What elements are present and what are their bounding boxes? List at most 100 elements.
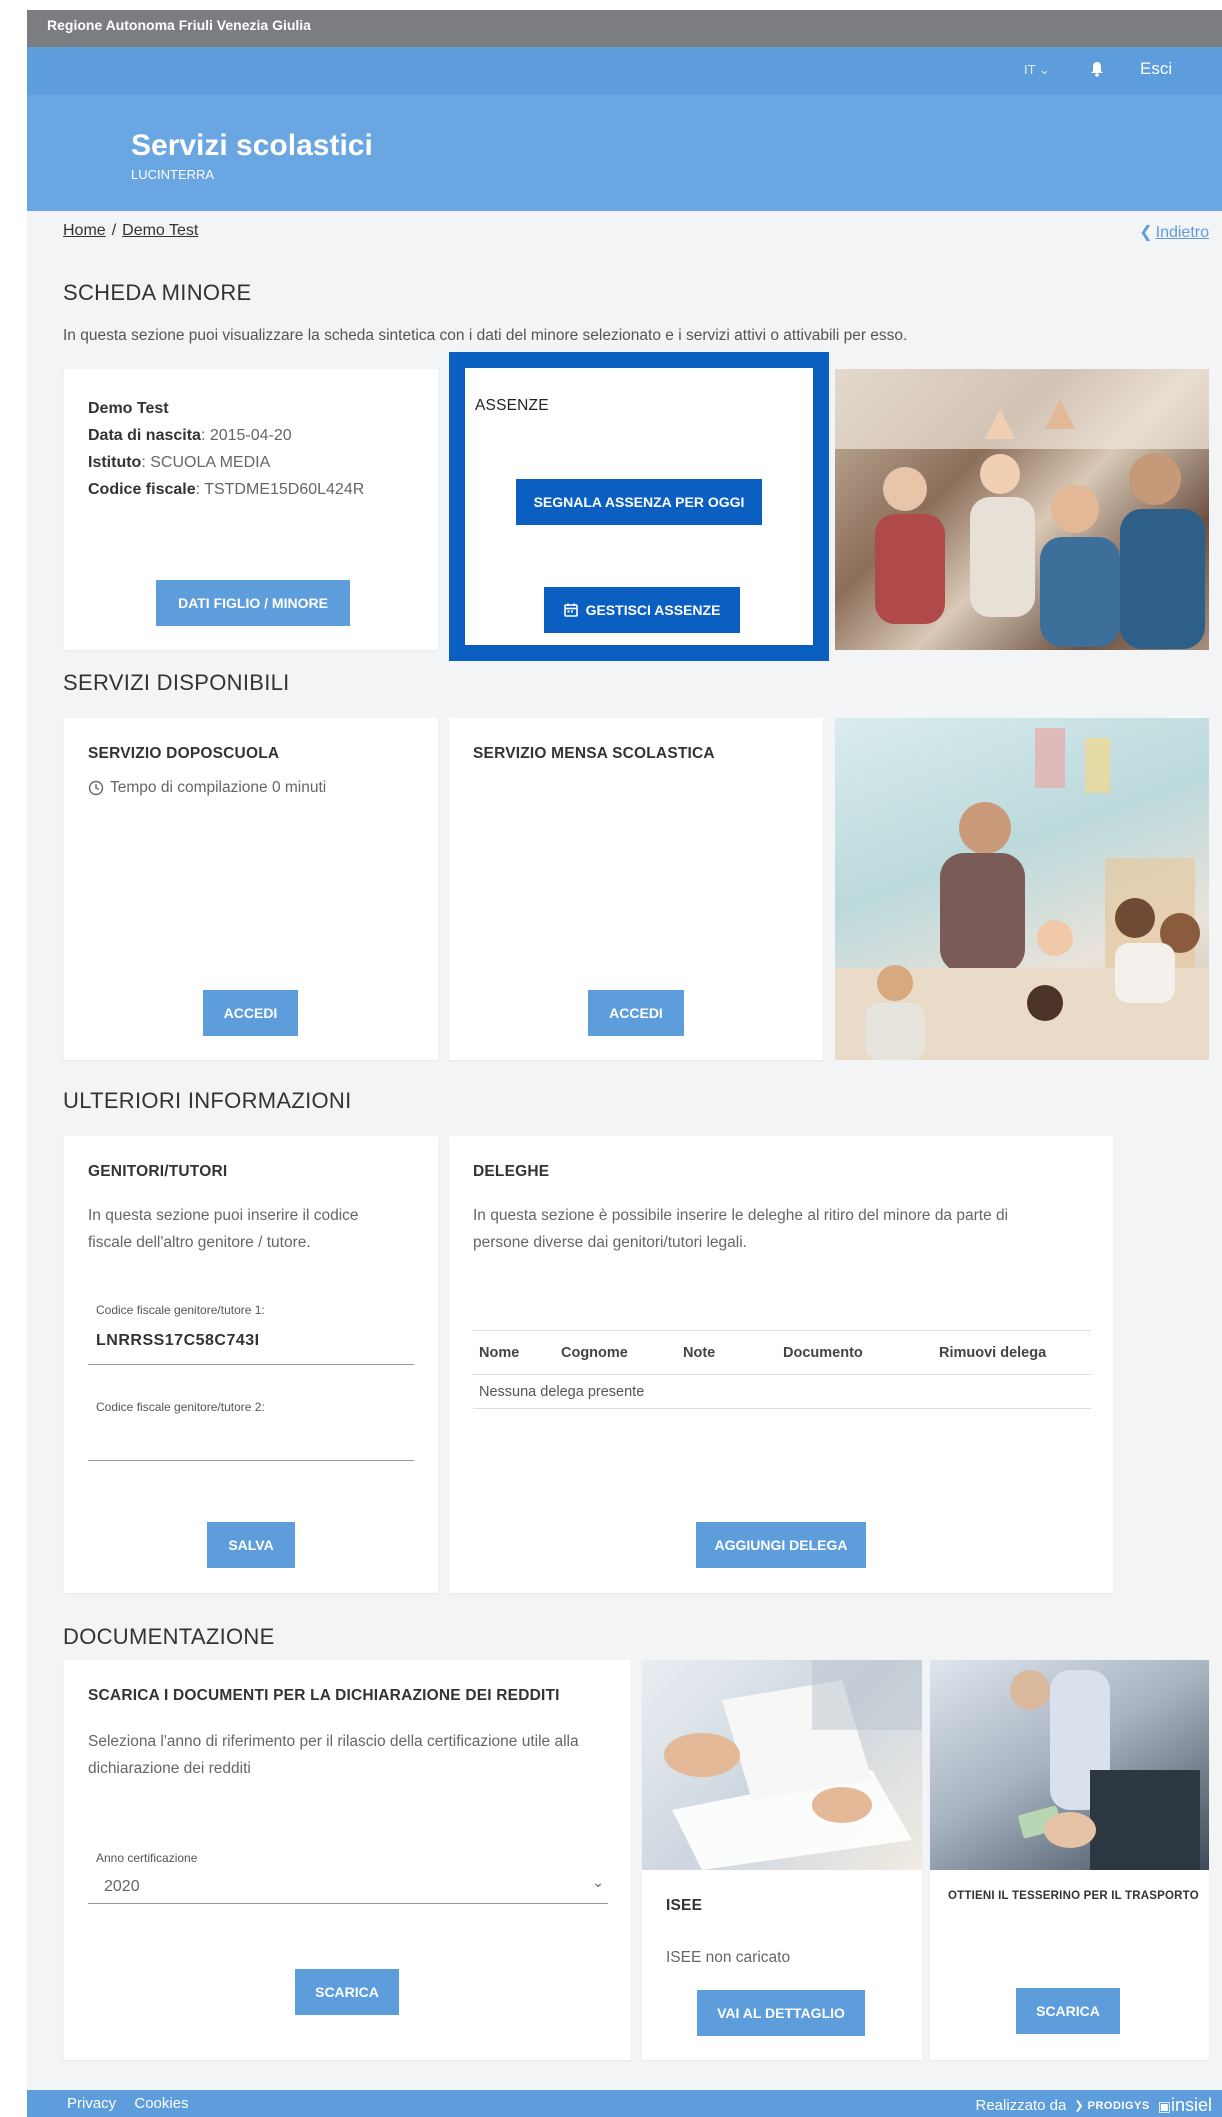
guardian1-field[interactable]: LNRRSS17C58C743I [96, 1332, 260, 1350]
documents-photo-illustration [664, 1660, 922, 1870]
region-bar: Regione Autonoma Friuli Venezia Giulia [27, 10, 1222, 47]
year-select-value: 2020 [104, 1878, 140, 1895]
dob-value: : 2015-04-20 [200, 427, 292, 444]
page: Regione Autonoma Friuli Venezia Giulia I… [27, 10, 1222, 2117]
back-link[interactable]: ❮ Indietro [1139, 222, 1209, 242]
classroom-photo-illustration [835, 728, 1209, 1060]
column-documento: Documento [777, 1330, 933, 1375]
delegations-title: DELEGHE [473, 1163, 550, 1180]
breadcrumb-current[interactable]: Demo Test [122, 222, 198, 239]
manage-absences-label: GESTISCI ASSENZE [585, 602, 721, 618]
download-transport-pass-button[interactable]: SCARICA [1016, 1988, 1120, 2034]
footer-links: Privacy Cookies [67, 2095, 203, 2112]
school-label: Istituto [88, 454, 142, 471]
back-label: Indietro [1155, 224, 1209, 241]
child-info-card: Demo Test Data di nascita: 2015-04-20 Is… [64, 369, 438, 650]
isee-detail-button[interactable]: VAI AL DETTAGLIO [697, 1990, 865, 2036]
students-high-five-image [835, 369, 1209, 650]
navbar: IT ⌄ Esci [27, 47, 1222, 95]
afterschool-access-button[interactable]: ACCEDI [203, 990, 298, 1036]
bus-pass-image [930, 1660, 1209, 1870]
language-label: IT [1024, 62, 1036, 77]
cookies-link[interactable]: Cookies [134, 2095, 188, 2112]
manage-absences-button[interactable]: GESTISCI ASSENZE [544, 587, 740, 633]
prodigys-logo: ❯ PRODIGYS [1074, 2099, 1149, 2112]
prodigys-text: PRODIGYS [1087, 2100, 1150, 2112]
insiel-mark-icon: ▣ [1157, 2098, 1171, 2114]
tax-docs-desc: Seleziona l'anno di riferimento per il r… [88, 1728, 579, 1782]
guardians-title: GENITORI/TUTORI [88, 1163, 228, 1180]
region-name: Regione Autonoma Friuli Venezia Giulia [47, 17, 311, 33]
tax-docs-desc-line1: Seleziona l'anno di riferimento per il r… [88, 1733, 579, 1750]
breadcrumb-separator: / [111, 222, 117, 239]
credits-text: Realizzato da [975, 2097, 1067, 2114]
delegations-header-row: Nome Cognome Note Documento Rimuovi dele… [473, 1330, 1091, 1375]
child-name: Demo Test [88, 400, 169, 417]
delegations-card: DELEGHE In questa sezione è possibile in… [449, 1136, 1113, 1593]
save-guardians-button[interactable]: SALVA [207, 1522, 295, 1568]
clock-icon [88, 780, 104, 795]
table-row: Nessuna delega presente [473, 1374, 1091, 1409]
isee-title: ISEE [666, 1897, 703, 1914]
language-selector[interactable]: IT ⌄ [1024, 62, 1050, 78]
compile-time-text: Tempo di compilazione 0 minuti [110, 779, 327, 796]
section-title-documentazione: DOCUMENTAZIONE [63, 1624, 275, 1649]
insiel-text: insiel [1170, 2095, 1212, 2115]
footer-credits: Realizzato da ❯ PRODIGYS ▣insiel [975, 2095, 1212, 2116]
tax-code-value: : TSTDME15D60L424R [195, 481, 365, 498]
prodigys-mark-icon: ❯ [1074, 2100, 1085, 2112]
hero-banner: Servizi scolastici LUCINTERRA [27, 95, 1222, 211]
app-title: Servizi scolastici [131, 129, 373, 162]
empty-delegations: Nessuna delega presente [473, 1374, 1091, 1409]
absences-card: ASSENZE SEGNALA ASSENZA PER OGGI GESTISC… [465, 368, 813, 645]
delegations-desc-line1: In questa sezione è possibile inserire l… [473, 1207, 1009, 1224]
section-title-servizi: SERVIZI DISPONIBILI [63, 670, 290, 695]
chevron-left-icon: ❮ [1139, 224, 1153, 241]
add-delegation-button[interactable]: AGGIUNGI DELEGA [696, 1522, 866, 1568]
tax-docs-desc-line2: dichiarazione dei redditi [88, 1760, 251, 1777]
canteen-title: SERVIZIO MENSA SCOLASTICA [473, 745, 715, 762]
students-photo-illustration [835, 369, 1209, 649]
column-rimuovi: Rimuovi delega [933, 1330, 1091, 1375]
bell-icon[interactable] [1090, 61, 1104, 77]
dob-label: Data di nascita [88, 427, 201, 444]
section-desc-scheda: In questa sezione puoi visualizzare la s… [63, 327, 908, 344]
chevron-down-icon: ⌄ [1038, 62, 1050, 77]
canteen-access-button[interactable]: ACCEDI [588, 990, 684, 1036]
column-note: Note [677, 1330, 777, 1375]
privacy-link[interactable]: Privacy [67, 2095, 116, 2112]
child-data-button[interactable]: DATI FIGLIO / MINORE [156, 580, 350, 626]
year-select[interactable]: 2020 ⌄ [88, 1872, 608, 1904]
bus-pass-photo-illustration [1010, 1670, 1200, 1870]
guardian1-label: Codice fiscale genitore/tutore 1: [96, 1303, 265, 1317]
delegations-desc: In questa sezione è possibile inserire l… [473, 1202, 1008, 1256]
guardians-card: GENITORI/TUTORI In questa sezione puoi i… [64, 1136, 438, 1593]
guardian2-underline [88, 1460, 414, 1461]
column-cognome: Cognome [555, 1330, 677, 1375]
guardian2-label: Codice fiscale genitore/tutore 2: [96, 1400, 265, 1414]
transport-pass-card: OTTIENI IL TESSERINO PER IL TRASPORTO SC… [930, 1660, 1209, 2060]
municipality-name: LUCINTERRA [131, 167, 215, 182]
tax-code-label: Codice fiscale [88, 481, 196, 498]
guardian1-underline [88, 1364, 414, 1365]
afterschool-service-card: SERVIZIO DOPOSCUOLA Tempo di compilazion… [64, 718, 438, 1060]
download-tax-docs-button[interactable]: SCARICA [295, 1969, 399, 2015]
footer: Privacy Cookies Realizzato da ❯ PRODIGYS… [27, 2090, 1222, 2117]
transport-pass-title: OTTIENI IL TESSERINO PER IL TRASPORTO [948, 1890, 1199, 1902]
guardians-desc: In questa sezione puoi inserire il codic… [88, 1202, 359, 1256]
column-nome: Nome [473, 1330, 555, 1375]
section-title-scheda: SCHEDA MINORE [63, 280, 252, 305]
afterschool-title: SERVIZIO DOPOSCUOLA [88, 745, 280, 762]
breadcrumb: Home / Demo Test [63, 222, 198, 240]
guardian2-field[interactable] [96, 1428, 422, 1456]
isee-card: ISEE ISEE non caricato VAI AL DETTAGLIO [642, 1660, 922, 2060]
logout-link[interactable]: Esci [1140, 59, 1172, 79]
report-absence-today-button[interactable]: SEGNALA ASSENZA PER OGGI [516, 479, 762, 525]
breadcrumb-home[interactable]: Home [63, 222, 106, 239]
school-value: : SCUOLA MEDIA [141, 454, 271, 471]
chevron-down-icon: ⌄ [592, 1874, 604, 1890]
tax-docs-title: SCARICA I DOCUMENTI PER LA DICHIARAZIONE… [88, 1687, 560, 1704]
year-select-label: Anno certificazione [96, 1851, 198, 1865]
tax-docs-card: SCARICA I DOCUMENTI PER LA DICHIARAZIONE… [64, 1660, 631, 2060]
section-title-ulteriori: ULTERIORI INFORMAZIONI [63, 1088, 352, 1113]
